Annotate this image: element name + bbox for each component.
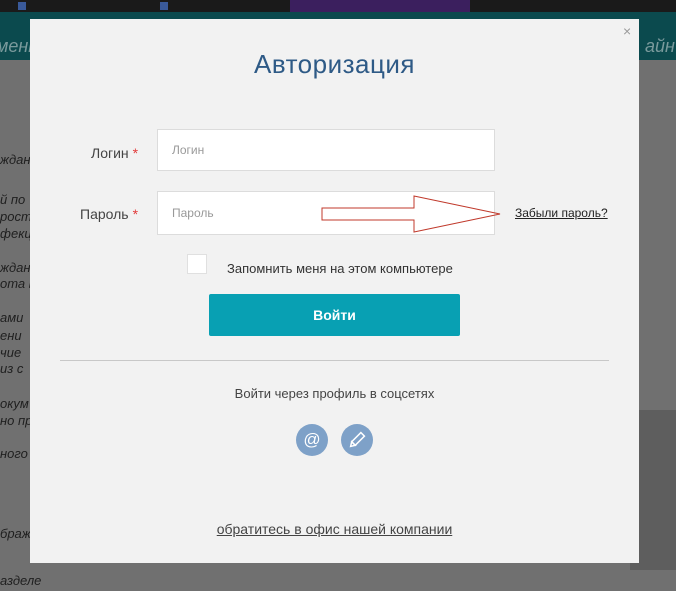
login-label: Логин * [91, 145, 138, 161]
bg-text-line: ждан [0, 152, 31, 167]
pencil-icon-glyph [349, 431, 366, 448]
remember-me-checkbox[interactable] [187, 254, 207, 274]
bg-text-line: фекц [0, 226, 32, 241]
password-label: Пароль * [80, 206, 138, 222]
bg-text-line: рост [0, 209, 32, 224]
bg-text-line: й по [0, 192, 26, 207]
nav-text-right: айн [645, 36, 675, 56]
login-modal: Авторизация Логин * Логин Пароль * Пароль … [30, 19, 639, 563]
bookmark-highlight [290, 0, 470, 12]
remember-me-label[interactable]: Запомнить меня на этом компьютере [227, 261, 453, 276]
bg-text-line: ени [0, 328, 22, 343]
bg-text-line: из с [0, 361, 24, 376]
login-label-text: Логин [91, 145, 129, 161]
annotation-arrow [321, 195, 501, 233]
forgot-password-link[interactable]: Забыли пароль? [515, 206, 608, 220]
required-mark: * [132, 145, 139, 161]
bg-text-line: ждан [0, 260, 31, 275]
bookmark-icon [160, 2, 168, 10]
required-mark: * [132, 206, 139, 222]
modal-title: Авторизация [253, 49, 416, 79]
social-login-title: Войти через профиль в соцсетях [234, 386, 435, 401]
bg-text-line: ами [0, 310, 24, 325]
bookmark-icon [18, 2, 26, 10]
pencil-icon[interactable] [341, 424, 373, 456]
bg-text-line: браж [0, 526, 31, 541]
bg-text-line: чие [0, 345, 22, 360]
bg-text-line: азделе [0, 573, 42, 588]
bg-text-line: но пр [0, 413, 33, 428]
login-input[interactable]: Логин [157, 129, 495, 171]
bg-text-line: ного [0, 446, 28, 461]
browser-bookmarks-bar [0, 0, 676, 12]
office-contact-link[interactable]: обратитесь в офис нашей компании [30, 521, 639, 537]
login-submit-button[interactable]: Войти [209, 294, 460, 336]
divider [60, 360, 609, 361]
at-sign-icon[interactable]: @ [296, 424, 328, 456]
close-icon[interactable]: × [623, 24, 631, 38]
password-label-text: Пароль [80, 206, 129, 222]
bg-text-line: окум [0, 396, 29, 411]
